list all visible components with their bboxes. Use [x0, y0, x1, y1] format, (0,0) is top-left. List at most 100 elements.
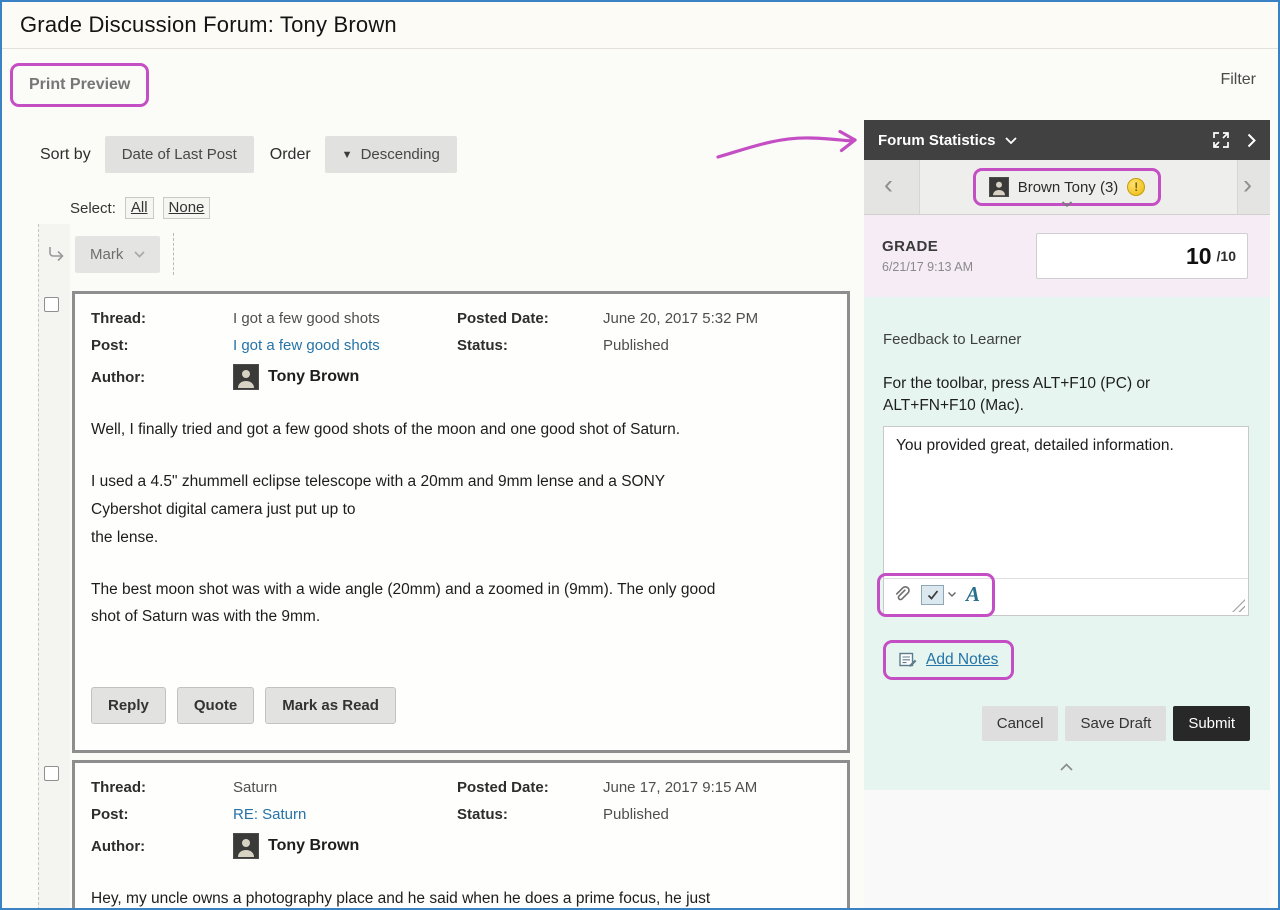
sort-by-value: Date of Last Post: [122, 146, 237, 163]
post-checkbox[interactable]: [44, 297, 59, 312]
thread-label: Thread:: [91, 310, 233, 327]
expand-icon[interactable]: [1213, 132, 1229, 148]
grade-timestamp: 6/21/17 9:13 AM: [882, 260, 973, 274]
sort-by-button[interactable]: Date of Last Post: [105, 136, 254, 173]
feedback-title: Feedback to Learner: [883, 331, 1250, 348]
next-student-button[interactable]: ›: [1243, 171, 1252, 198]
checkbox-column: [38, 760, 72, 910]
sub-header: Print Preview Filter: [2, 49, 1278, 109]
grade-label: GRADE: [882, 238, 973, 255]
post-row: Thread: I got a few good shots Posted Da…: [38, 291, 850, 753]
post-link[interactable]: I got a few good shots: [233, 337, 457, 354]
collapse-panel-icon[interactable]: [1247, 133, 1256, 148]
grade-input[interactable]: 10 /10: [1036, 233, 1248, 279]
post-card: Thread: Saturn Posted Date: June 17, 201…: [72, 760, 850, 910]
select-row: Select: All None: [70, 197, 850, 219]
mark-row: Mark: [47, 233, 850, 275]
feedback-actions: Cancel Save Draft Submit: [883, 706, 1250, 741]
checkbox-column: [38, 291, 72, 753]
thread-value: I got a few good shots: [233, 310, 457, 327]
chevron-down-icon: [1005, 137, 1017, 144]
sort-row: Sort by Date of Last Post Order ▼ Descen…: [40, 136, 850, 173]
reply-button[interactable]: Reply: [91, 687, 166, 724]
post-label: Post:: [91, 337, 233, 354]
previous-student-button[interactable]: ‹: [884, 171, 893, 198]
chevron-up-icon: [1060, 763, 1073, 771]
student-avatar: [989, 177, 1009, 197]
post-list: Thread: I got a few good shots Posted Da…: [14, 291, 850, 910]
posted-date-label: Posted Date:: [457, 779, 603, 796]
post-card: Thread: I got a few good shots Posted Da…: [72, 291, 850, 753]
student-name: Brown Tony (3): [1018, 179, 1119, 196]
feedback-editor: You provided great, detailed information…: [883, 426, 1249, 616]
student-navigation: ‹ Brown Tony (3) ! ›: [864, 160, 1270, 215]
forum-statistics-header: Forum Statistics: [864, 120, 1270, 160]
select-none-link[interactable]: None: [163, 197, 211, 219]
toolbar-separator: [173, 233, 174, 275]
add-notes-link[interactable]: Add Notes: [926, 651, 998, 669]
status-value: Published: [603, 806, 831, 823]
editor-toolbar-hint: For the toolbar, press ALT+F10 (PC) or A…: [883, 373, 1228, 418]
needs-grading-icon: !: [1127, 178, 1145, 196]
post-actions: Reply Quote Mark as Read: [91, 687, 831, 724]
author-cell: Tony Brown: [233, 833, 831, 859]
posted-date-value: June 20, 2017 5:32 PM: [603, 310, 831, 327]
print-preview-label: Print Preview: [29, 76, 130, 93]
editor-toolbar-highlight: A: [877, 573, 995, 617]
grade-section: GRADE 6/21/17 9:13 AM 10 /10: [864, 215, 1270, 297]
post-label: Post:: [91, 806, 233, 823]
thread-value: Saturn: [233, 779, 457, 796]
author-name: Tony Brown: [268, 837, 359, 855]
page: Grade Discussion Forum: Tony Brown Print…: [0, 0, 1280, 910]
forum-statistics-toggle[interactable]: Forum Statistics: [878, 132, 1017, 149]
cancel-button[interactable]: Cancel: [982, 706, 1059, 741]
sort-by-label: Sort by: [40, 146, 91, 164]
post-paragraph: The best moon shot was with a wide angle…: [91, 576, 831, 632]
quote-button[interactable]: Quote: [177, 687, 254, 724]
attach-file-button[interactable]: [892, 585, 911, 604]
order-value: Descending: [361, 146, 440, 163]
post-row: Thread: Saturn Posted Date: June 17, 201…: [38, 760, 850, 910]
spellcheck-button[interactable]: [921, 585, 956, 605]
note-icon: [899, 651, 917, 668]
page-title: Grade Discussion Forum: Tony Brown: [20, 12, 397, 38]
grading-panel: Forum Statistics ‹ Brown Tony (3) !: [864, 120, 1270, 910]
panel-controls: [1213, 132, 1256, 148]
thread-label: Thread:: [91, 779, 233, 796]
forum-list: Sort by Date of Last Post Order ▼ Descen…: [14, 120, 850, 908]
select-all-link[interactable]: All: [125, 197, 154, 219]
grade-out-of: /10: [1217, 248, 1236, 264]
submit-button[interactable]: Submit: [1173, 706, 1250, 741]
collapse-section-button[interactable]: [883, 758, 1250, 776]
chevron-down-icon: [134, 251, 145, 258]
post-paragraph: Hey, my uncle owns a photography place a…: [91, 885, 831, 910]
add-notes-highlight: Add Notes: [883, 640, 1014, 680]
status-value: Published: [603, 337, 831, 354]
title-bar: Grade Discussion Forum: Tony Brown: [2, 2, 1278, 49]
author-label: Author:: [91, 838, 233, 855]
post-checkbox[interactable]: [44, 766, 59, 781]
descending-triangle-icon: ▼: [342, 149, 353, 161]
feedback-textarea[interactable]: You provided great, detailed information…: [884, 427, 1248, 579]
student-dropdown-caret-icon[interactable]: [1062, 194, 1073, 212]
font-style-button[interactable]: A: [966, 584, 980, 605]
spellcheck-icon: [921, 585, 944, 605]
mark-label: Mark: [90, 246, 123, 263]
feedback-section: Feedback to Learner For the toolbar, pre…: [864, 297, 1270, 790]
post-body: Well, I finally tried and got a few good…: [91, 416, 831, 631]
select-label: Select:: [70, 200, 116, 217]
author-avatar: [233, 364, 259, 390]
author-name: Tony Brown: [268, 368, 359, 386]
filter-button[interactable]: Filter: [1220, 71, 1256, 89]
order-button[interactable]: ▼ Descending: [325, 136, 457, 173]
spellcheck-dropdown-caret-icon: [948, 592, 956, 597]
post-meta: Thread: Saturn Posted Date: June 17, 201…: [91, 779, 831, 859]
post-link[interactable]: RE: Saturn: [233, 806, 457, 823]
mark-as-read-button[interactable]: Mark as Read: [265, 687, 396, 724]
order-label: Order: [270, 146, 311, 164]
print-preview-button[interactable]: Print Preview: [10, 63, 149, 107]
paperclip-icon: [892, 585, 911, 604]
save-draft-button[interactable]: Save Draft: [1065, 706, 1166, 741]
mark-button[interactable]: Mark: [75, 236, 160, 273]
author-avatar: [233, 833, 259, 859]
